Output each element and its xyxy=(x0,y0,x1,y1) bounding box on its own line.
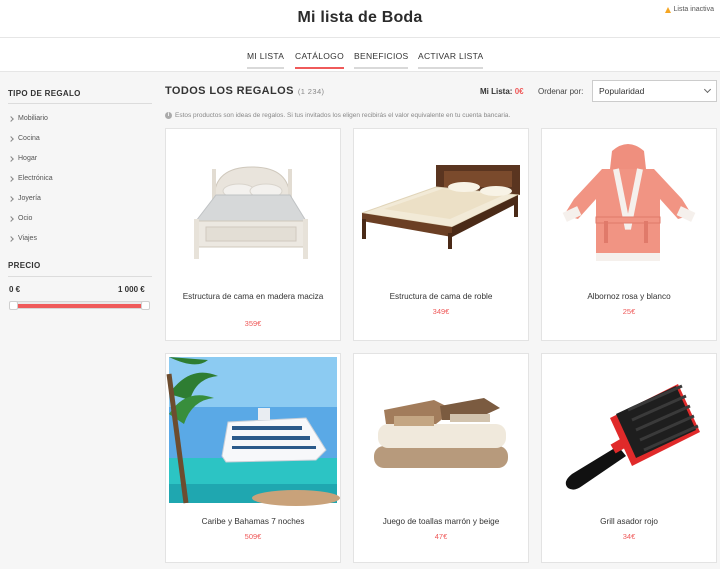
product-name: Juego de toallas marrón y beige xyxy=(382,517,500,526)
chevron-right-icon xyxy=(8,155,14,162)
top-header: Mi lista de Boda Lista inactiva xyxy=(0,0,720,38)
sort-select[interactable]: Popularidad xyxy=(592,80,717,102)
mi-lista-label: Mi Lista: xyxy=(480,87,513,96)
mi-lista-value: 0€ xyxy=(514,87,524,96)
product-image-towels xyxy=(354,354,528,506)
info-text: Estos productos son ideas de regalos. Si… xyxy=(175,112,511,119)
product-image-cruise xyxy=(166,354,340,506)
chevron-down-icon xyxy=(703,85,712,94)
price-title: PRECIO xyxy=(8,261,41,270)
category-label: Mobiliario xyxy=(18,115,48,122)
chevron-right-icon xyxy=(8,235,14,242)
sort-value: Popularidad xyxy=(599,86,645,96)
chevron-right-icon xyxy=(8,215,14,222)
category-item-mobiliario[interactable]: Mobiliario xyxy=(8,115,48,122)
chevron-right-icon xyxy=(8,115,14,122)
product-price: 47€ xyxy=(434,532,448,541)
price-slider-min-handle[interactable] xyxy=(9,301,18,310)
list-status: Lista inactiva xyxy=(664,6,714,13)
divider xyxy=(8,103,152,104)
catalog-count: (1 234) xyxy=(297,87,325,96)
product-card[interactable]: Estructura de cama en madera maciza 359€ xyxy=(165,128,341,341)
product-price: 359€ xyxy=(244,319,262,328)
category-label: Electrónica xyxy=(18,175,53,182)
product-name: Albornoz rosa y blanco xyxy=(587,292,671,301)
category-label: Ocio xyxy=(18,215,33,222)
tab-activar-lista[interactable]: ACTIVAR LISTA xyxy=(418,51,484,69)
product-name: Estructura de cama en madera maciza xyxy=(182,292,324,301)
tab-beneficios[interactable]: BENEFICIOS xyxy=(354,51,409,69)
category-item-viajes[interactable]: Viajes xyxy=(8,235,37,242)
filter-sidebar: TIPO DE REGALO Mobiliario Cocina Hogar E… xyxy=(0,73,156,569)
product-image-grill-pan xyxy=(542,354,716,506)
gift-type-title: TIPO DE REGALO xyxy=(8,89,81,98)
product-card[interactable]: Albornoz rosa y blanco 25€ xyxy=(541,128,717,341)
product-name: Grill asador rojo xyxy=(600,517,658,526)
tab-catalogo[interactable]: CATÁLOGO xyxy=(295,51,345,69)
sort-label: Ordenar por: xyxy=(538,87,584,96)
category-label: Viajes xyxy=(18,235,37,242)
product-price: 349€ xyxy=(432,307,450,316)
product-card[interactable]: Grill asador rojo 34€ xyxy=(541,353,717,563)
catalog-title: TODOS LOS REGALOS (1 234) xyxy=(165,85,324,97)
category-item-cocina[interactable]: Cocina xyxy=(8,135,40,142)
category-item-electronica[interactable]: Electrónica xyxy=(8,175,53,182)
category-item-joyeria[interactable]: Joyería xyxy=(8,195,41,202)
divider xyxy=(8,276,152,277)
product-card[interactable]: Caribe y Bahamas 7 noches 509€ xyxy=(165,353,341,563)
category-item-ocio[interactable]: Ocio xyxy=(8,215,33,222)
price-min-label: 0 € xyxy=(9,285,21,294)
product-name: Estructura de cama de roble xyxy=(389,292,493,301)
page-title: Mi lista de Boda xyxy=(297,9,423,26)
product-price: 25€ xyxy=(622,307,636,316)
product-image-bathrobe xyxy=(542,129,716,281)
product-card[interactable]: Juego de toallas marrón y beige 47€ xyxy=(353,353,529,563)
tab-mi-lista[interactable]: MI LISTA xyxy=(247,51,285,69)
category-label: Cocina xyxy=(18,135,40,142)
product-image-oak-bed xyxy=(354,129,528,281)
price-slider[interactable] xyxy=(9,301,150,310)
list-status-label: Lista inactiva xyxy=(673,6,714,13)
price-slider-max-handle[interactable] xyxy=(141,301,150,310)
chevron-right-icon xyxy=(8,135,14,142)
info-note: i Estos productos son ideas de regalos. S… xyxy=(165,112,510,119)
category-label: Joyería xyxy=(18,195,41,202)
category-item-hogar[interactable]: Hogar xyxy=(8,155,38,162)
product-card[interactable]: Estructura de cama de roble 349€ xyxy=(353,128,529,341)
category-label: Hogar xyxy=(18,155,38,162)
catalog-title-text: TODOS LOS REGALOS xyxy=(165,85,294,97)
product-price: 34€ xyxy=(622,532,636,541)
chevron-right-icon xyxy=(8,195,14,202)
warning-icon xyxy=(664,6,671,13)
product-name: Caribe y Bahamas 7 noches xyxy=(201,517,305,526)
catalog-main: TODOS LOS REGALOS (1 234) Mi Lista: 0€ Or… xyxy=(156,73,720,569)
chevron-right-icon xyxy=(8,175,14,182)
product-image-white-bed xyxy=(166,129,340,281)
product-price: 509€ xyxy=(244,532,262,541)
main-nav: MI LISTA CATÁLOGO BENEFICIOS ACTIVAR LIS… xyxy=(0,38,720,72)
price-max-label: 1 000 € xyxy=(118,285,145,294)
price-slider-range xyxy=(14,304,145,308)
mi-lista-total[interactable]: Mi Lista: 0€ xyxy=(480,87,524,96)
info-icon: i xyxy=(165,112,172,119)
